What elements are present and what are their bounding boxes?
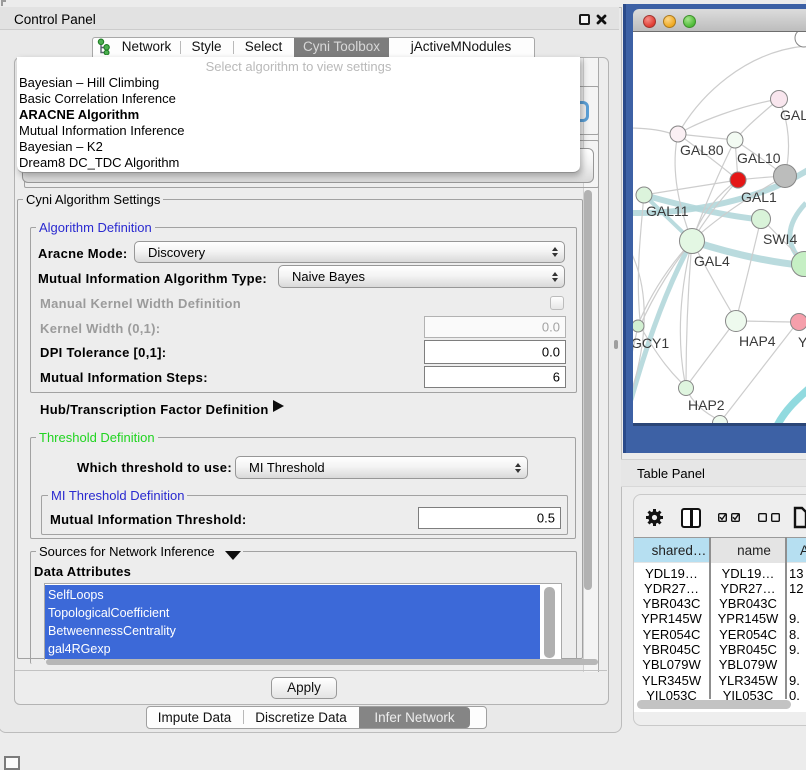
svg-text:GCY1: GCY1 [633, 335, 669, 351]
svg-text:GAL80: GAL80 [680, 142, 724, 158]
svg-text:GAL10: GAL10 [737, 150, 781, 166]
svg-text:GAL4: GAL4 [694, 253, 730, 269]
svg-text:GAL11: GAL11 [646, 203, 689, 219]
svg-text:GAL1: GAL1 [741, 189, 777, 205]
svg-text:GAL7: GAL7 [780, 107, 806, 123]
svg-text:HAP2: HAP2 [688, 397, 725, 413]
svg-text:HAP4: HAP4 [739, 333, 776, 349]
svg-text:SWI4: SWI4 [763, 231, 797, 247]
svg-text:Y: Y [798, 334, 806, 350]
